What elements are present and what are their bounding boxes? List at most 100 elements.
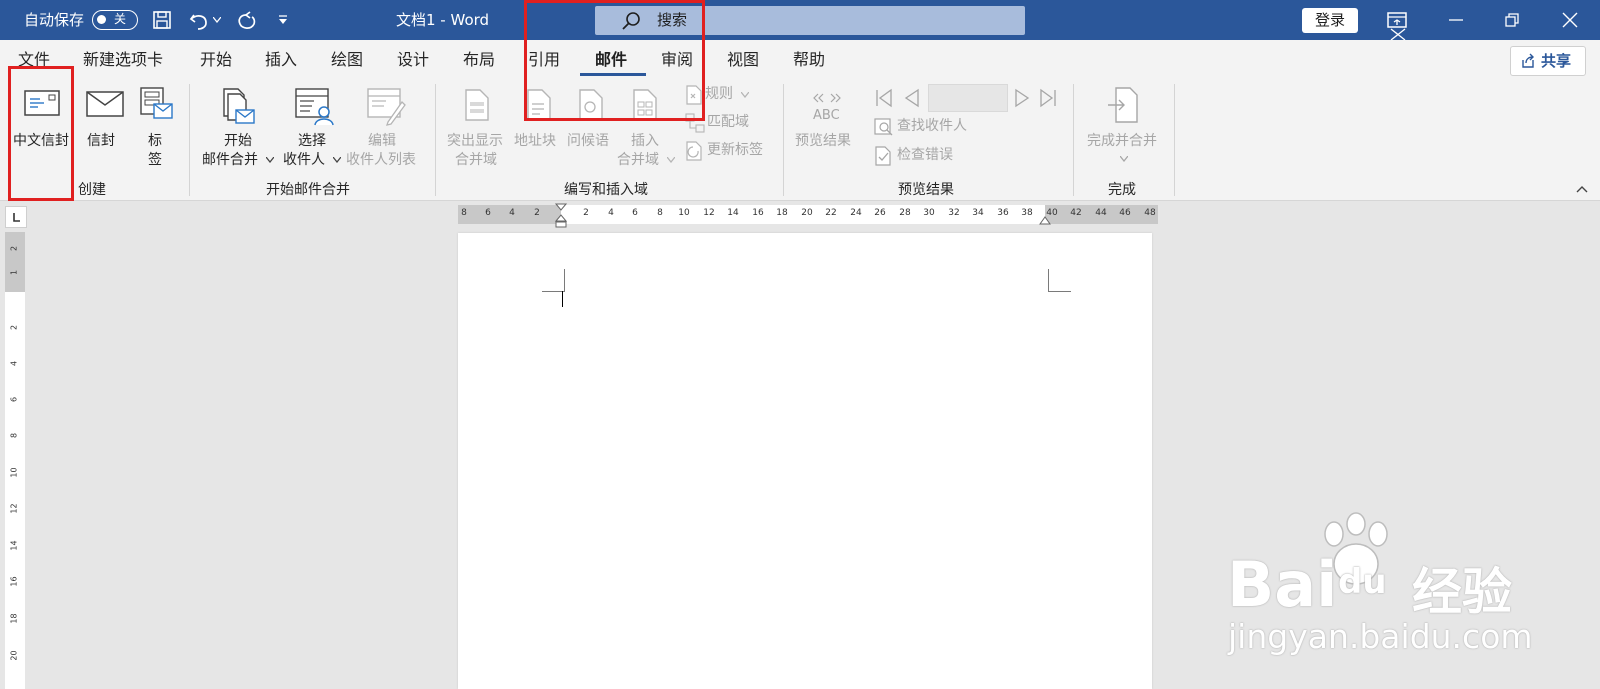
ruler-number: 1 — [9, 269, 19, 276]
highlight-merge-fields-button[interactable]: 突出显示 合并域 — [442, 82, 512, 174]
ruler-number: 4 — [608, 208, 614, 218]
ruler-number: 4 — [509, 208, 515, 218]
customize-toolbar-icon[interactable] — [277, 14, 289, 26]
preview-results-button[interactable]: ABC 预览结果 — [792, 82, 860, 174]
ruler-number: 8 — [461, 208, 467, 218]
login-button[interactable]: 登录 — [1302, 8, 1358, 33]
autosave-state: 关 — [114, 12, 127, 26]
title-bar: 自动保存 关 文档1 - Word 搜索 登录 — [0, 0, 1600, 40]
find-recipient-label: 查找收件人 — [897, 118, 967, 134]
group-label-finish: 完成 — [1108, 182, 1136, 198]
watermark-url: jingyan.baidu.com — [1228, 617, 1533, 656]
start-mail-merge-icon — [223, 88, 255, 124]
share-icon — [1522, 53, 1534, 68]
select-recipients-line2: 收件人 — [283, 152, 325, 168]
start-mail-merge-button[interactable]: 开始 邮件合并 — [200, 82, 274, 174]
last-record-icon[interactable] — [1038, 88, 1058, 108]
envelope-button[interactable]: 信封 — [82, 82, 128, 174]
autosave-label: 自动保存 — [24, 11, 85, 29]
close-icon[interactable] — [1562, 12, 1578, 28]
ruler-number: 8 — [9, 432, 19, 439]
ruler-number: 2 — [534, 208, 540, 218]
edit-recipient-list-button[interactable]: 编辑 收件人列表 — [346, 82, 424, 174]
redo-icon[interactable] — [236, 9, 258, 31]
ruler-number: 16 — [9, 576, 19, 587]
ruler-number: 42 — [1070, 208, 1082, 218]
margin-corner-top-left — [542, 269, 565, 292]
ruler-number: 6 — [485, 208, 491, 218]
tab-home[interactable]: 开始 — [200, 40, 232, 78]
start-mail-merge-line2: 邮件合并 — [202, 152, 258, 168]
update-labels-icon — [686, 141, 702, 161]
ribbon: 中文信封 信封 标 签 创建 开始 邮件合并 选择 收件人 编辑 收件人列表 开… — [0, 78, 1600, 201]
left-tab-icon — [13, 213, 20, 222]
check-errors-icon — [875, 146, 891, 166]
tab-draw[interactable]: 绘图 — [331, 40, 363, 78]
match-fields-label: 匹配域 — [707, 114, 749, 130]
ruler-number: 32 — [948, 208, 960, 218]
ruler-number: 46 — [1119, 208, 1131, 218]
toggle-knob — [97, 15, 106, 24]
highlight-merge-fields-line2: 合并域 — [455, 152, 497, 168]
autosave-toggle[interactable]: 关 — [92, 10, 138, 30]
next-record-icon[interactable] — [1012, 88, 1032, 108]
ruler-number: 12 — [9, 503, 19, 514]
previous-record-icon[interactable] — [902, 88, 922, 108]
ruler-number: 48 — [1144, 208, 1156, 218]
ribbon-display-options-icon[interactable] — [1386, 10, 1410, 40]
update-labels-button[interactable]: 更新标签 — [683, 140, 783, 162]
group-separator — [1174, 84, 1175, 196]
ruler-number: 14 — [727, 208, 739, 218]
ruler-number: 38 — [1021, 208, 1033, 218]
insert-merge-field-line2: 合并域 — [617, 152, 659, 168]
chevron-down-icon — [741, 92, 749, 98]
ruler-number: 36 — [997, 208, 1009, 218]
ruler-number: 20 — [801, 208, 813, 218]
rules-label: 规则 — [705, 86, 733, 102]
group-separator — [189, 84, 190, 196]
restore-icon[interactable] — [1504, 12, 1520, 28]
text-cursor — [562, 291, 563, 307]
ruler-number: 30 — [923, 208, 935, 218]
tab-insert[interactable]: 插入 — [265, 40, 297, 78]
tab-stop-selector[interactable] — [5, 206, 27, 228]
select-recipients-line1: 选择 — [298, 133, 326, 149]
edit-recipient-list-icon — [367, 88, 406, 126]
tab-layout[interactable]: 布局 — [463, 40, 495, 78]
finish-and-merge-icon — [1108, 87, 1138, 123]
chevron-down-icon — [266, 157, 274, 163]
start-mail-merge-line1: 开始 — [224, 133, 252, 149]
ruler-number: 2 — [9, 245, 19, 252]
save-icon[interactable] — [152, 10, 172, 30]
find-recipient-button[interactable]: 查找收件人 — [872, 116, 1002, 138]
ruler-number: 40 — [1046, 208, 1058, 218]
first-record-icon[interactable] — [874, 88, 894, 108]
minimize-icon[interactable] — [1448, 12, 1464, 28]
finish-and-merge-button[interactable]: 完成并合并 — [1084, 82, 1164, 174]
select-recipients-button[interactable]: 选择 收件人 — [280, 82, 344, 174]
collapse-ribbon-icon[interactable] — [1576, 185, 1588, 193]
ruler-number: 2 — [583, 208, 589, 218]
tab-new-tab[interactable]: 新建选项卡 — [83, 40, 163, 78]
record-number-input[interactable] — [928, 84, 1008, 112]
preview-abc-text: ABC — [813, 108, 840, 123]
update-labels-label: 更新标签 — [707, 142, 763, 158]
ruler-number: 14 — [9, 540, 19, 551]
address-block-label: 地址块 — [514, 133, 556, 149]
undo-dropdown-icon[interactable] — [213, 17, 221, 23]
tab-help[interactable]: 帮助 — [793, 40, 825, 78]
undo-icon[interactable] — [188, 9, 210, 31]
highlight-merge-fields-line1: 突出显示 — [447, 133, 503, 149]
labels-button[interactable]: 标 签 — [134, 82, 178, 174]
ruler-number: 6 — [632, 208, 638, 218]
tab-view[interactable]: 视图 — [727, 40, 759, 78]
ruler-number: 2 — [9, 324, 19, 331]
check-errors-button[interactable]: 检查错误 — [872, 145, 1002, 167]
share-button[interactable]: 共享 — [1510, 46, 1586, 76]
chevron-down-icon — [667, 157, 675, 163]
document-page[interactable] — [458, 233, 1152, 689]
tab-design[interactable]: 设计 — [397, 40, 429, 78]
labels-label-line2: 签 — [148, 152, 162, 168]
indent-marker-icon[interactable] — [555, 203, 567, 231]
ruler-number: 10 — [678, 208, 690, 218]
